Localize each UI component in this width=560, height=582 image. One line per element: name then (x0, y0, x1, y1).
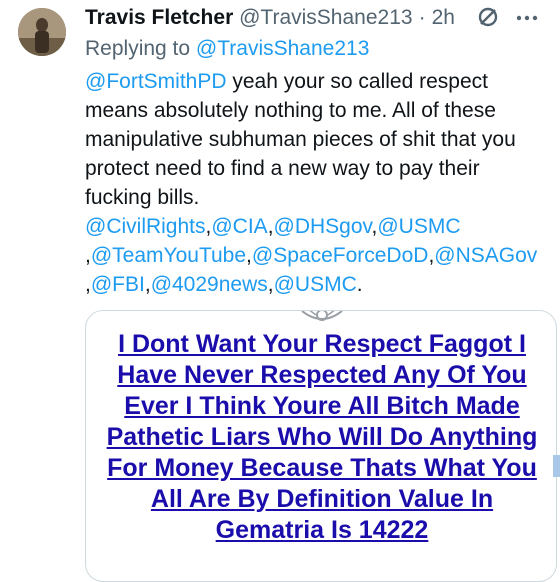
tweet-text: @FortSmithPD yeah your so called respect… (85, 67, 545, 212)
author-name[interactable]: Travis Fletcher (85, 6, 233, 29)
mention-link[interactable]: @FBI (91, 273, 145, 296)
replying-to: Replying to @TravisShane213 (85, 34, 369, 64)
mention-link[interactable]: @CIA (211, 215, 267, 238)
mention-link[interactable]: @USMC (274, 273, 357, 296)
mention-link[interactable]: @NSAGov (434, 244, 537, 267)
eagle-emblem-icon (301, 311, 343, 321)
mention-link[interactable]: @USMC (377, 215, 460, 238)
card-headline-link[interactable]: I Dont Want Your Respect Faggot I Have N… (96, 329, 548, 546)
mention-link[interactable]: @DHSgov (274, 215, 372, 238)
avatar[interactable] (18, 8, 66, 56)
body-mention[interactable]: @FortSmithPD (85, 70, 227, 93)
circle-slash-icon[interactable] (476, 5, 500, 29)
mention-link[interactable]: @4029news (151, 273, 268, 296)
tweet-body: @FortSmithPD yeah your so called respect… (85, 67, 545, 299)
mention-separator: . (356, 273, 363, 296)
mention-list: @CivilRights,@CIA,@DHSgov,@USMC ,@TeamYo… (85, 212, 545, 299)
replying-label: Replying to (85, 37, 191, 60)
mention-link[interactable]: @CivilRights (85, 215, 206, 238)
mention-link[interactable]: @TeamYouTube (91, 244, 246, 267)
avatar-image (18, 8, 66, 56)
mention-link[interactable]: @SpaceForceDoD (252, 244, 429, 267)
author-handle[interactable]: @TravisShane213 (239, 6, 412, 29)
separator: · (418, 6, 426, 29)
more-icon[interactable] (514, 5, 540, 31)
tweet[interactable]: Travis Fletcher @TravisShane213 · 2h Reply… (0, 0, 560, 582)
replying-to-handle[interactable]: @TravisShane213 (196, 37, 369, 60)
timestamp[interactable]: 2h (432, 6, 455, 29)
scrollbar-thumb[interactable] (553, 455, 560, 477)
link-card[interactable]: I Dont Want Your Respect Faggot I Have N… (85, 310, 557, 582)
